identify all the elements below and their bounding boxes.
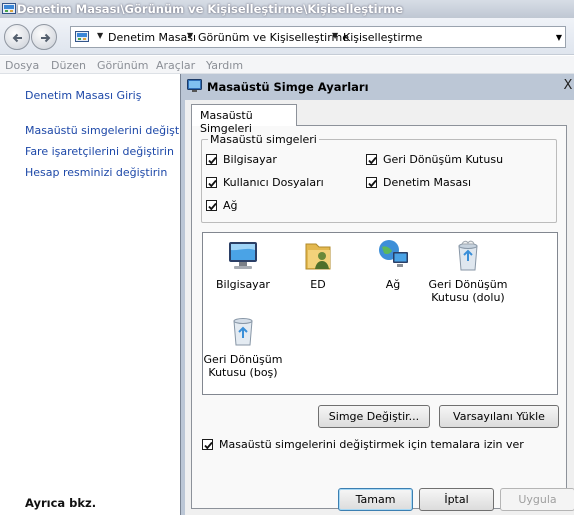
breadcrumb-item[interactable]: Denetim Masası bbox=[108, 31, 196, 44]
arrow-right-icon bbox=[41, 33, 51, 43]
arrow-left-icon bbox=[12, 33, 22, 43]
menu-item-view[interactable]: Görünüm bbox=[97, 59, 148, 72]
checkmark-icon[interactable] bbox=[206, 200, 217, 211]
list-item[interactable]: Bilgisayar bbox=[203, 238, 283, 291]
see-also-heading: Ayrıca bkz. bbox=[25, 496, 97, 510]
checkbox-label: Masaüstü simgelerini değiştirmek için te… bbox=[219, 438, 524, 451]
icon-label: ED bbox=[310, 278, 326, 291]
list-item[interactable]: Geri Dönüşüm Kutusu (boş) bbox=[203, 313, 283, 379]
back-button[interactable] bbox=[4, 24, 30, 50]
dialog-body: Masaüstü Simgeleri Masaüstü simgeleri Bi… bbox=[185, 100, 574, 515]
checkmark-icon[interactable] bbox=[366, 177, 377, 188]
breadcrumb-arrow-icon[interactable]: ▼ bbox=[97, 31, 103, 40]
checkmark-icon[interactable] bbox=[202, 439, 213, 450]
list-item[interactable]: Ağ bbox=[353, 238, 433, 291]
cancel-button[interactable]: İptal bbox=[419, 488, 494, 511]
icon-label: Geri Dönüşüm Kutusu (dolu) bbox=[428, 278, 508, 304]
checkbox-label: Denetim Masası bbox=[383, 176, 472, 189]
desktop-icon-settings-dialog: Masaüstü Simge Ayarları X Masaüstü Simge… bbox=[180, 74, 574, 515]
desktop-icons-group: Masaüstü simgeleri Bilgisayar Geri Dönüş… bbox=[201, 133, 557, 223]
dialog-title: Masaüstü Simge Ayarları bbox=[207, 80, 369, 94]
control-panel-icon bbox=[75, 30, 89, 43]
network-icon bbox=[376, 238, 410, 274]
icon-label: Ağ bbox=[385, 278, 401, 291]
change-mouse-pointers-link[interactable]: Fare işaretçilerini değiştirin bbox=[25, 145, 174, 158]
icon-label: Bilgisayar bbox=[216, 278, 270, 291]
user-folder-icon bbox=[301, 238, 335, 274]
checkbox-label: Kullanıcı Dosyaları bbox=[223, 176, 324, 189]
computer-icon bbox=[226, 238, 260, 274]
checkmark-icon[interactable] bbox=[206, 177, 217, 188]
change-account-picture-link[interactable]: Hesap resminizi değiştirin bbox=[25, 166, 167, 179]
menu-item-help[interactable]: Yardım bbox=[206, 59, 243, 72]
breadcrumb-item[interactable]: Kişiselleştirme bbox=[343, 31, 422, 44]
address-bar[interactable]: ▼ Denetim Masası ▼ Görünüm ve Kişiselleş… bbox=[70, 26, 566, 48]
restore-default-button[interactable]: Varsayılanı Yükle bbox=[439, 405, 559, 428]
apply-button[interactable]: Uygula bbox=[500, 488, 574, 511]
desktop-icon bbox=[187, 79, 202, 93]
checkbox-label: Geri Dönüşüm Kutusu bbox=[383, 153, 504, 166]
recycle-bin-full-icon bbox=[451, 238, 485, 274]
checkbox-label: Bilgisayar bbox=[223, 153, 277, 166]
menu-bar: Dosya Düzen Görünüm Araçlar Yardım bbox=[0, 56, 574, 74]
window-title: Denetim Masası\Görünüm ve Kişiselleştirm… bbox=[17, 2, 404, 16]
list-item[interactable]: Geri Dönüşüm Kutusu (dolu) bbox=[428, 238, 508, 304]
recycle-bin-empty-icon bbox=[226, 313, 260, 349]
tab-panel: Masaüstü simgeleri Bilgisayar Geri Dönüş… bbox=[191, 125, 567, 509]
tab-desktop-icons[interactable]: Masaüstü Simgeleri bbox=[191, 104, 297, 135]
checkmark-icon[interactable] bbox=[366, 154, 377, 165]
menu-item-tools[interactable]: Araçlar bbox=[156, 59, 195, 72]
navigation-bar: ▼ Denetim Masası ▼ Görünüm ve Kişiselleş… bbox=[0, 18, 574, 55]
breadcrumb-arrow-icon[interactable]: ▼ bbox=[187, 31, 193, 40]
checkbox-label: Ağ bbox=[223, 199, 238, 212]
change-desktop-icons-link[interactable]: Masaüstü simgelerini değiştirin bbox=[25, 124, 197, 137]
close-icon[interactable]: X bbox=[561, 78, 574, 94]
checkmark-icon[interactable] bbox=[206, 154, 217, 165]
task-pane: Denetim Masası Giriş Masaüstü simgelerin… bbox=[0, 74, 197, 515]
control-panel-icon bbox=[2, 2, 16, 15]
ok-button[interactable]: Tamam bbox=[338, 488, 413, 511]
menu-item-edit[interactable]: Düzen bbox=[51, 59, 86, 72]
list-item[interactable]: ED bbox=[278, 238, 358, 291]
control-panel-home-link[interactable]: Denetim Masası Giriş bbox=[25, 89, 141, 102]
address-dropdown-icon[interactable]: ▼ bbox=[556, 33, 562, 42]
breadcrumb-arrow-icon[interactable]: ▼ bbox=[332, 31, 338, 40]
breadcrumb-item[interactable]: Görünüm ve Kişiselleştirme bbox=[198, 31, 349, 44]
window-titlebar: Denetim Masası\Görünüm ve Kişiselleştirm… bbox=[0, 0, 574, 18]
icon-list[interactable]: Bilgisayar ED Ağ Geri Dönüşüm Kutusu (do… bbox=[202, 232, 558, 395]
menu-item-file[interactable]: Dosya bbox=[5, 59, 39, 72]
change-icon-button[interactable]: Simge Değiştir... bbox=[318, 405, 430, 428]
dialog-titlebar: Masaüstü Simge Ayarları X bbox=[185, 77, 574, 97]
icon-label: Geri Dönüşüm Kutusu (boş) bbox=[203, 353, 283, 379]
forward-button[interactable] bbox=[31, 24, 57, 50]
